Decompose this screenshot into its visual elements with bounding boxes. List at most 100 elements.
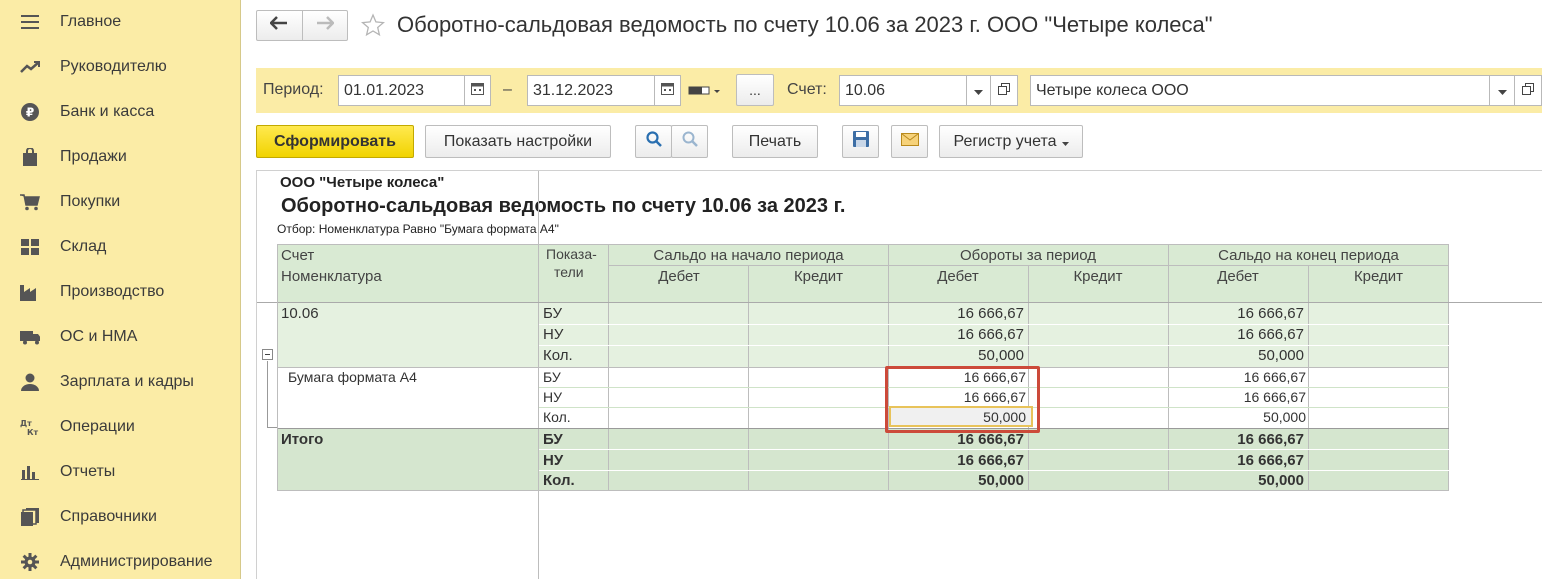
svg-text:Дт: Дт <box>20 419 32 428</box>
back-button[interactable] <box>257 11 302 40</box>
date-to-field[interactable]: 31.12.2023 <box>527 75 655 106</box>
calendar-to-button[interactable] <box>654 75 681 106</box>
closing-debit-value: 16 666,67 <box>1243 369 1306 385</box>
indicator-label: БУ <box>543 431 563 448</box>
chevron-down-icon <box>974 82 983 100</box>
sidebar-item-salary[interactable]: Зарплата и кадры <box>0 360 240 404</box>
period-variant-dropdown[interactable] <box>688 84 722 102</box>
bag-icon <box>20 147 40 167</box>
closing-debit-value: 50,000 <box>1258 347 1304 364</box>
report-filter: Отбор: Номенклатура Равно "Бумага формат… <box>277 222 559 236</box>
total-label: Итого <box>281 431 324 448</box>
sidebar-item-label: ОС и НМА <box>60 328 138 345</box>
header-turnover-debit: Дебет <box>937 268 979 285</box>
organization-dropdown-button[interactable] <box>1489 75 1515 106</box>
sidebar-item-operations[interactable]: Дт Кт Операции <box>0 405 240 449</box>
report-area: ООО "Четыре колеса" Оборотно-сальдовая в… <box>256 170 1542 579</box>
show-settings-button[interactable]: Показать настройки <box>425 125 611 158</box>
turnover-debit-value: 16 666,67 <box>957 452 1024 469</box>
turnover-debit-value: 50,000 <box>978 472 1024 489</box>
report-organization: ООО "Четыре колеса" <box>280 174 445 191</box>
organization-open-button[interactable] <box>1514 75 1542 106</box>
account-dropdown-button[interactable] <box>966 75 991 106</box>
search-icon <box>645 131 662 152</box>
calendar-icon <box>661 82 674 100</box>
calendar-from-button[interactable] <box>464 75 491 106</box>
turnover-debit-value: 16 666,67 <box>957 431 1024 448</box>
sidebar-item-bank[interactable]: ₽ Банк и касса <box>0 90 240 134</box>
sidebar-item-label: Производство <box>60 283 165 300</box>
account-open-button[interactable] <box>990 75 1018 106</box>
closing-debit-value: 16 666,67 <box>1237 452 1304 469</box>
indicator-label: Кол. <box>543 472 575 489</box>
search-button[interactable] <box>635 125 672 158</box>
sidebar-item-label: Руководителю <box>60 58 167 75</box>
sidebar-item-admin[interactable]: Администрирование <box>0 540 240 584</box>
cart-icon <box>20 192 40 212</box>
indicator-label: Кол. <box>543 347 573 364</box>
sidebar-item-label: Склад <box>60 238 107 255</box>
header-closing-debit: Дебет <box>1217 268 1259 285</box>
open-window-icon <box>1522 82 1534 100</box>
organization-field[interactable]: Четыре колеса ООО <box>1030 75 1490 106</box>
period-select-button[interactable]: ... <box>736 74 774 106</box>
send-email-button[interactable] <box>891 125 928 158</box>
date-from-field[interactable]: 01.01.2023 <box>338 75 465 106</box>
sidebar-item-label: Администрирование <box>60 553 213 570</box>
indicator-label: БУ <box>543 305 563 322</box>
sidebar-item-warehouse[interactable]: Склад <box>0 225 240 269</box>
sidebar-item-production[interactable]: Производство <box>0 270 240 314</box>
header-closing-credit: Кредит <box>1353 268 1404 285</box>
sidebar-item-sales[interactable]: Продажи <box>0 135 240 179</box>
header-turnover: Обороты за период <box>959 247 1097 264</box>
print-button[interactable]: Печать <box>732 125 818 158</box>
indicator-label: БУ <box>543 369 561 385</box>
header-turnover-credit: Кредит <box>1073 268 1123 285</box>
save-button[interactable] <box>842 125 879 158</box>
account-label: Счет: <box>787 81 827 98</box>
header-indicators-1: Показа- <box>546 246 597 262</box>
sidebar-item-references[interactable]: Справочники <box>0 495 240 539</box>
sidebar-item-label: Продажи <box>60 148 127 165</box>
sidebar-item-reports[interactable]: Отчеты <box>0 450 240 494</box>
sidebar-item-manager[interactable]: Руководителю <box>0 45 240 89</box>
closing-debit-value: 50,000 <box>1263 409 1306 425</box>
sidebar-item-label: Главное <box>60 13 122 30</box>
indicator-label: НУ <box>543 326 564 343</box>
generate-button[interactable]: Сформировать <box>256 125 414 158</box>
header-account: Счет <box>281 247 315 264</box>
sidebar-item-label: Банк и касса <box>60 103 155 120</box>
bar-chart-icon <box>20 462 40 482</box>
dt-kt-icon: Дт Кт <box>20 417 40 437</box>
report-title: Оборотно-сальдовая ведомость по счету 10… <box>281 195 846 217</box>
header-nomenclature: Номенклатура <box>281 268 382 285</box>
highlight-frame <box>885 366 1040 433</box>
favorite-star-icon[interactable] <box>361 13 385 42</box>
period-variant-icon <box>688 84 722 101</box>
account-code: 10.06 <box>281 305 319 322</box>
sidebar-item-main[interactable]: Главное <box>0 0 240 44</box>
header-opening-debit: Дебет <box>658 268 700 285</box>
books-icon <box>20 507 40 527</box>
grid-icon <box>20 237 40 257</box>
sidebar-item-fixed-assets[interactable]: ОС и НМА <box>0 315 240 359</box>
factory-icon <box>20 282 40 302</box>
forward-button[interactable] <box>301 11 348 40</box>
svg-text:₽: ₽ <box>26 106 34 120</box>
sidebar-item-label: Отчеты <box>60 463 116 480</box>
sidebar-item-label: Покупки <box>60 193 121 210</box>
trend-icon <box>20 57 40 77</box>
sidebar-item-purchases[interactable]: Покупки <box>0 180 240 224</box>
register-label: Регистр учета <box>953 132 1057 150</box>
register-dropdown-button[interactable]: Регистр учета <box>939 125 1083 158</box>
collapse-group-button[interactable] <box>262 349 273 360</box>
indicator-label: НУ <box>543 389 563 405</box>
header-indicators-2: тели <box>554 264 584 280</box>
closing-debit-value: 50,000 <box>1258 472 1304 489</box>
history-nav <box>256 10 348 41</box>
closing-debit-value: 16 666,67 <box>1237 326 1304 343</box>
account-field[interactable]: 10.06 <box>839 75 967 106</box>
floppy-disk-icon <box>852 131 869 152</box>
open-window-icon <box>998 82 1010 100</box>
cancel-search-button[interactable] <box>671 125 708 158</box>
